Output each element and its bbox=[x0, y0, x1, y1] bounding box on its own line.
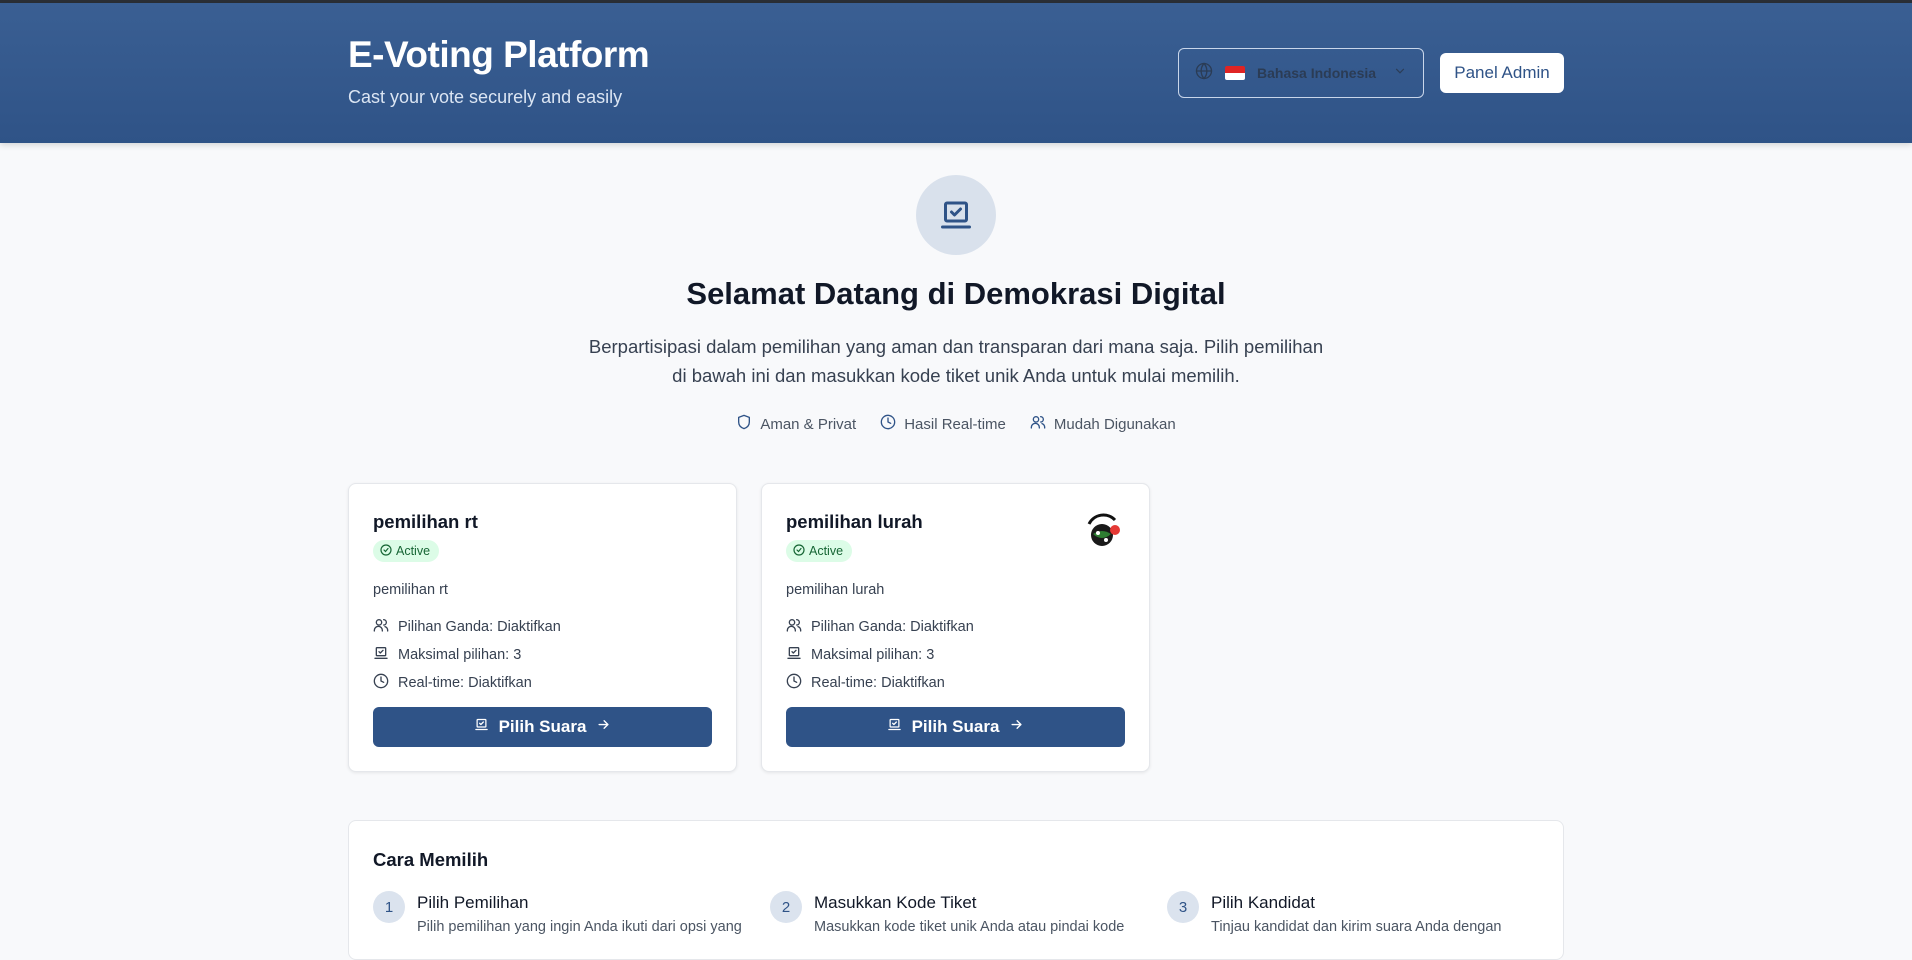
vote-icon bbox=[887, 717, 902, 737]
step-description: Pilih pemilihan yang ingin Anda ikuti da… bbox=[417, 919, 742, 935]
users-icon bbox=[786, 617, 802, 637]
status-badge: Active bbox=[786, 540, 853, 562]
step-number: 1 bbox=[373, 891, 405, 923]
status-label: Active bbox=[809, 544, 844, 558]
realtime-row: Real-time: Diaktifkan bbox=[786, 673, 945, 693]
feature-list: Aman & Privat Hasil Real-time Mudah Digu… bbox=[0, 414, 1912, 434]
arrow-right-icon bbox=[1009, 717, 1024, 737]
step-title: Pilih Kandidat bbox=[1211, 893, 1315, 912]
feature-easy: Mudah Digunakan bbox=[1030, 414, 1176, 434]
election-card: pemilihan rt Active pemilihan rt Pilihan… bbox=[348, 483, 737, 772]
app-header: E-Voting Platform Cast your vote securel… bbox=[0, 3, 1912, 143]
step-description: Tinjau kandidat dan kirim suara Anda den… bbox=[1211, 919, 1502, 935]
max-choices-row: Maksimal pilihan: 3 bbox=[373, 645, 521, 665]
vote-button[interactable]: Pilih Suara bbox=[373, 707, 712, 747]
multiple-choice-label: Pilihan Ganda: Diaktifkan bbox=[398, 619, 561, 635]
feature-realtime: Hasil Real-time bbox=[880, 414, 1006, 434]
how-to-vote-title: Cara Memilih bbox=[373, 849, 489, 870]
multiple-choice-row: Pilihan Ganda: Diaktifkan bbox=[373, 617, 561, 637]
arrow-right-icon bbox=[596, 717, 611, 737]
vote-button-label: Pilih Suara bbox=[498, 717, 587, 736]
election-title: pemilihan lurah bbox=[786, 511, 923, 532]
clock-icon bbox=[880, 414, 896, 434]
max-choices-label: Maksimal pilihan: 3 bbox=[811, 647, 935, 663]
max-choices-label: Maksimal pilihan: 3 bbox=[398, 647, 522, 663]
status-badge: Active bbox=[373, 540, 440, 562]
step-number: 3 bbox=[1167, 891, 1199, 923]
hero-description: Berpartisipasi dalam pemilihan yang aman… bbox=[588, 336, 1324, 386]
multiple-choice-row: Pilihan Ganda: Diaktifkan bbox=[786, 617, 974, 637]
election-card: pemilihan lurah Active pemilihan lurah P… bbox=[761, 483, 1150, 772]
how-to-vote-section: Cara Memilih 1 Pilih Pemilihan Pilih pem… bbox=[348, 820, 1564, 960]
realtime-label: Real-time: Diaktifkan bbox=[811, 675, 945, 691]
shield-icon bbox=[736, 414, 752, 434]
election-logo bbox=[1081, 510, 1125, 554]
step-description: Masukkan kode tiket unik Anda atau pinda… bbox=[814, 919, 1125, 935]
clock-icon bbox=[786, 673, 802, 693]
realtime-label: Real-time: Diaktifkan bbox=[398, 675, 532, 691]
vote-button-label: Pilih Suara bbox=[911, 717, 1000, 736]
vote-icon bbox=[786, 645, 802, 665]
feature-label: Aman & Privat bbox=[760, 415, 857, 433]
vote-icon bbox=[474, 717, 489, 737]
realtime-row: Real-time: Diaktifkan bbox=[373, 673, 532, 693]
check-circle-icon bbox=[793, 543, 805, 559]
status-label: Active bbox=[396, 544, 431, 558]
feature-secure: Aman & Privat bbox=[736, 414, 856, 434]
globe-icon bbox=[1195, 61, 1213, 85]
users-icon bbox=[373, 617, 389, 637]
election-description: pemilihan rt bbox=[373, 582, 448, 598]
admin-panel-button[interactable]: Panel Admin bbox=[1440, 53, 1564, 93]
election-title: pemilihan rt bbox=[373, 511, 478, 532]
step-title: Masukkan Kode Tiket bbox=[814, 893, 977, 912]
step-number: 2 bbox=[770, 891, 802, 923]
check-circle-icon bbox=[380, 543, 392, 559]
vote-icon bbox=[373, 645, 389, 665]
users-icon bbox=[1030, 414, 1046, 434]
chevron-down-icon bbox=[1393, 64, 1407, 83]
vote-box-icon bbox=[916, 175, 996, 255]
multiple-choice-label: Pilihan Ganda: Diaktifkan bbox=[811, 619, 974, 635]
page-title: Selamat Datang di Demokrasi Digital bbox=[686, 276, 1226, 311]
language-label: Bahasa Indonesia bbox=[1257, 65, 1377, 81]
feature-label: Hasil Real-time bbox=[904, 415, 1006, 433]
clock-icon bbox=[373, 673, 389, 693]
language-select[interactable]: Bahasa Indonesia bbox=[1178, 48, 1424, 98]
step-title: Pilih Pemilihan bbox=[417, 893, 529, 912]
app-title: E-Voting Platform bbox=[348, 34, 650, 75]
election-description: pemilihan lurah bbox=[786, 582, 885, 598]
max-choices-row: Maksimal pilihan: 3 bbox=[786, 645, 934, 665]
vote-button[interactable]: Pilih Suara bbox=[786, 707, 1125, 747]
app-subtitle: Cast your vote securely and easily bbox=[348, 87, 623, 107]
feature-label: Mudah Digunakan bbox=[1053, 415, 1176, 433]
indonesia-flag-icon bbox=[1225, 66, 1245, 80]
